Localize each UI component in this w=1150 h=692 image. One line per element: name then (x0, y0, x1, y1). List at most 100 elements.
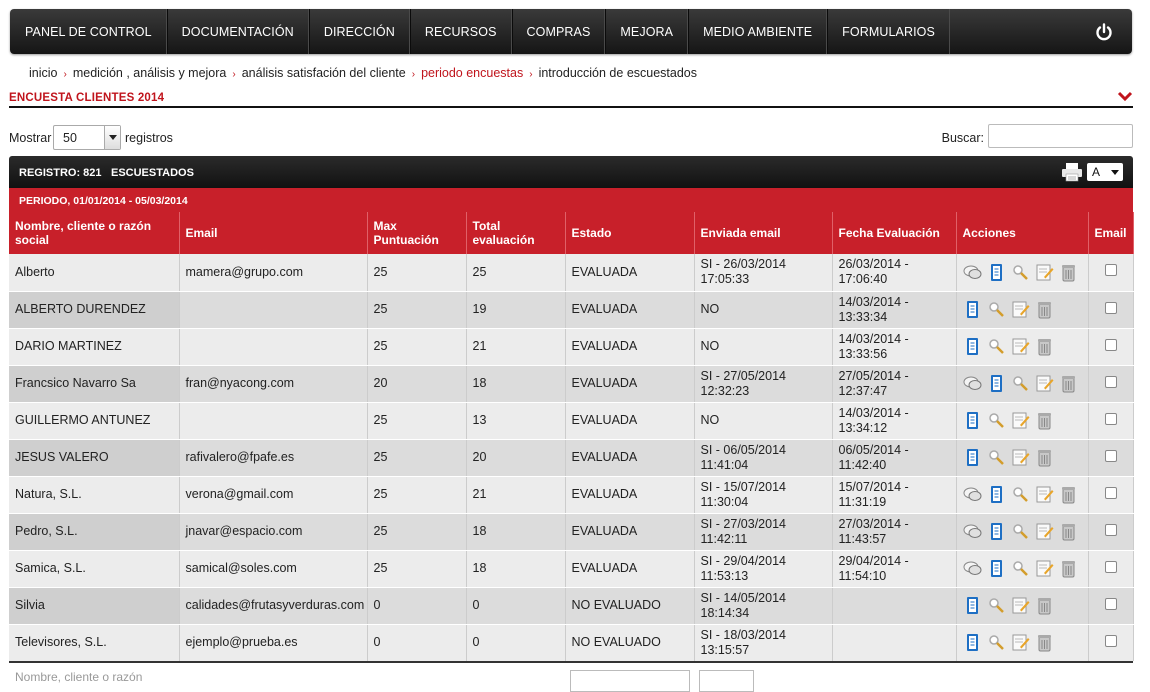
edit-icon[interactable] (1011, 596, 1030, 615)
email-checkbox[interactable] (1104, 597, 1117, 610)
record-type: ESCUESTADOS (111, 167, 194, 179)
breadcrumb-item[interactable]: medición , análisis y mejora (73, 66, 227, 80)
trash-icon[interactable] (1059, 559, 1078, 578)
column-header[interactable]: Enviada email (694, 212, 833, 254)
format-select[interactable]: A (1087, 163, 1123, 181)
trash-icon[interactable] (1035, 596, 1054, 615)
chat-icon[interactable] (963, 522, 982, 541)
chevron-down-icon[interactable] (104, 126, 120, 149)
column-header[interactable]: Fecha Evaluación (832, 212, 957, 254)
view-icon[interactable] (987, 300, 1006, 319)
email-checkbox[interactable] (1104, 338, 1117, 351)
nav-item-4[interactable]: COMPRAS (511, 9, 606, 54)
view-icon[interactable] (987, 596, 1006, 615)
trash-icon[interactable] (1035, 411, 1054, 430)
edit-icon[interactable] (1035, 485, 1054, 504)
email-checkbox[interactable] (1104, 634, 1117, 647)
filter-sent-select[interactable] (699, 670, 754, 692)
column-header[interactable]: Total evaluación (466, 212, 566, 254)
edit-icon[interactable] (1011, 337, 1030, 356)
cell-enviada: NO (694, 328, 833, 366)
form-icon[interactable] (963, 300, 982, 319)
edit-icon[interactable] (1035, 522, 1054, 541)
email-checkbox[interactable] (1104, 560, 1117, 573)
email-checkbox[interactable] (1104, 301, 1117, 314)
cell-max: 25 (367, 328, 467, 366)
form-icon[interactable] (987, 522, 1006, 541)
page-size-select[interactable]: 50 (53, 125, 121, 150)
breadcrumb-item[interactable]: periodo encuestas (421, 66, 523, 80)
nav-item-7[interactable]: FORMULARIOS (827, 9, 950, 54)
view-icon[interactable] (1011, 559, 1030, 578)
column-header[interactable]: Acciones (956, 212, 1089, 254)
edit-icon[interactable] (1035, 374, 1054, 393)
email-checkbox[interactable] (1104, 264, 1117, 277)
trash-icon[interactable] (1035, 337, 1054, 356)
trash-icon[interactable] (1059, 374, 1078, 393)
nav-item-6[interactable]: MEDIO AMBIENTE (688, 9, 828, 54)
trash-icon[interactable] (1059, 522, 1078, 541)
search-input[interactable] (988, 124, 1133, 148)
form-icon[interactable] (987, 485, 1006, 504)
edit-icon[interactable] (1035, 263, 1054, 282)
email-checkbox[interactable] (1104, 523, 1117, 536)
form-icon[interactable] (963, 596, 982, 615)
chat-icon[interactable] (963, 374, 982, 393)
trash-icon[interactable] (1059, 485, 1078, 504)
chat-icon[interactable] (963, 263, 982, 282)
view-icon[interactable] (987, 411, 1006, 430)
view-icon[interactable] (1011, 485, 1030, 504)
email-checkbox[interactable] (1104, 412, 1117, 425)
form-icon[interactable] (987, 263, 1006, 282)
view-icon[interactable] (1011, 522, 1030, 541)
column-header[interactable]: Email (179, 212, 368, 254)
edit-icon[interactable] (1011, 448, 1030, 467)
trash-icon[interactable] (1035, 448, 1054, 467)
filter-status-select[interactable] (570, 670, 690, 692)
view-icon[interactable] (987, 633, 1006, 652)
nav-item-1[interactable]: DOCUMENTACIÓN (166, 9, 309, 54)
column-header[interactable]: Email (1088, 212, 1134, 254)
edit-icon[interactable] (1011, 411, 1030, 430)
cell-email: mamera@grupo.com (179, 254, 368, 292)
trash-icon[interactable] (1059, 263, 1078, 282)
cell-enviada: SI - 15/07/2014 11:30:04 (694, 476, 833, 514)
edit-icon[interactable] (1011, 300, 1030, 319)
form-icon[interactable] (963, 448, 982, 467)
email-checkbox[interactable] (1104, 449, 1117, 462)
view-icon[interactable] (1011, 263, 1030, 282)
edit-icon[interactable] (1011, 633, 1030, 652)
form-icon[interactable] (963, 337, 982, 356)
form-icon[interactable] (987, 374, 1006, 393)
view-icon[interactable] (987, 337, 1006, 356)
form-icon[interactable] (963, 633, 982, 652)
breadcrumb-item[interactable]: introducción de escuestados (539, 66, 697, 80)
nav-item-5[interactable]: MEJORA (605, 9, 689, 54)
chevron-down-icon[interactable] (1117, 89, 1133, 103)
power-icon[interactable] (1076, 9, 1132, 54)
cell-email-check (1088, 365, 1134, 403)
nav-item-0[interactable]: PANEL DE CONTROL (10, 9, 167, 54)
view-icon[interactable] (987, 448, 1006, 467)
form-icon[interactable] (963, 411, 982, 430)
chat-icon[interactable] (963, 559, 982, 578)
breadcrumb-item[interactable]: análisis satisfación del cliente (242, 66, 406, 80)
column-header[interactable]: Max Puntuación (367, 212, 467, 254)
edit-icon[interactable] (1035, 559, 1054, 578)
cell-fecha: 26/03/2014 - 17:06:40 (832, 254, 957, 292)
email-checkbox[interactable] (1104, 375, 1117, 388)
printer-icon[interactable] (1061, 162, 1083, 182)
nav-item-3[interactable]: RECURSOS (409, 9, 512, 54)
view-icon[interactable] (1011, 374, 1030, 393)
chat-icon[interactable] (963, 485, 982, 504)
table-row: Silvia calidades@frutasyverduras.com 0 0 NO … (9, 587, 1134, 625)
column-header[interactable]: Nombre, cliente o razón social (9, 212, 180, 254)
email-checkbox[interactable] (1104, 486, 1117, 499)
breadcrumb-item[interactable]: inicio (29, 66, 58, 80)
trash-icon[interactable] (1035, 300, 1054, 319)
cell-total: 18 (466, 365, 566, 403)
trash-icon[interactable] (1035, 633, 1054, 652)
column-header[interactable]: Estado (565, 212, 695, 254)
form-icon[interactable] (987, 559, 1006, 578)
nav-item-2[interactable]: DIRECCIÓN (308, 9, 410, 54)
